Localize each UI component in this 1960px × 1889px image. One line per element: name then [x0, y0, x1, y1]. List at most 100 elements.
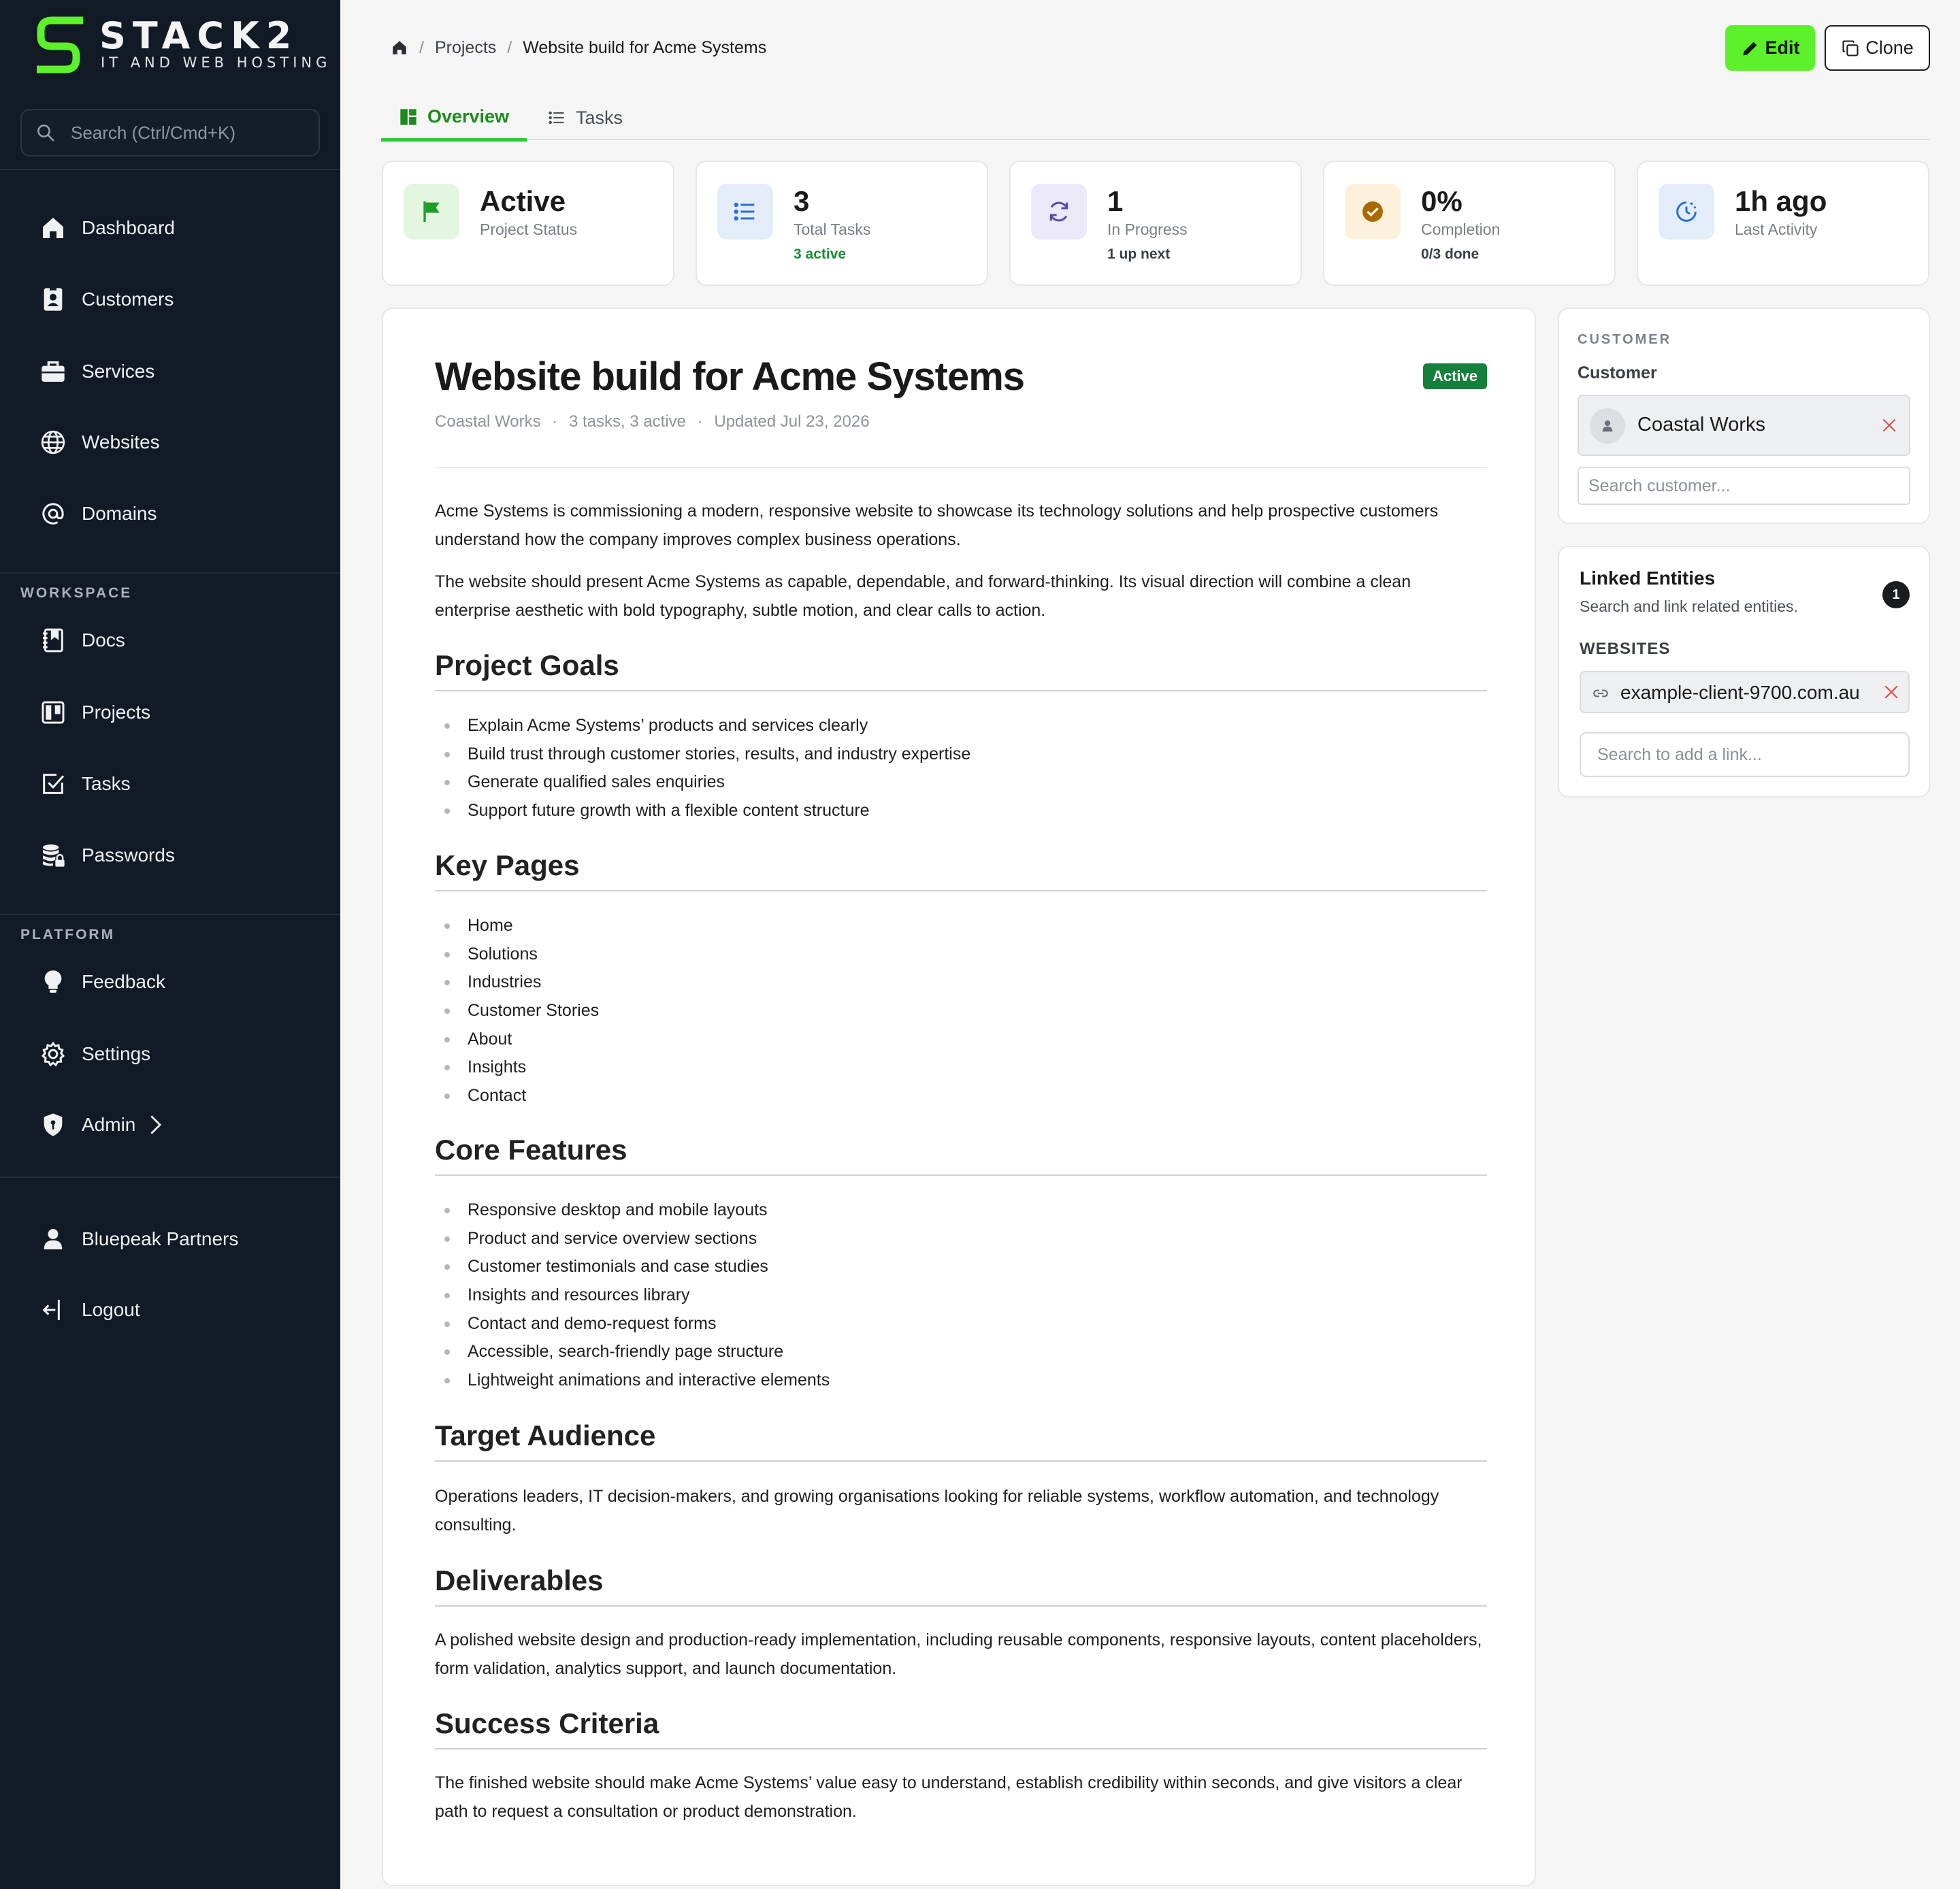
briefcase-icon: [37, 355, 69, 388]
search-icon: [37, 125, 54, 142]
breadcrumb: / Projects / Website build for Acme Syst…: [391, 34, 766, 61]
selected-customer-chip[interactable]: Coastal Works: [1578, 395, 1910, 456]
list-item: About: [435, 1025, 1487, 1054]
tab-label: Tasks: [576, 107, 623, 128]
clock-icon: [1659, 184, 1714, 240]
stat-label: In Progress: [1107, 220, 1188, 238]
breadcrumb-projects[interactable]: Projects: [435, 38, 496, 58]
sidebar-item-label: Tasks: [82, 773, 131, 794]
sidebar-item-label: Admin: [82, 1114, 136, 1135]
stat-card-completion: 0% Completion 0/3 done: [1323, 161, 1616, 286]
sidebar-item-dashboard[interactable]: Dashboard: [37, 208, 323, 248]
edit-button[interactable]: Edit: [1725, 25, 1815, 71]
stat-value: 1: [1107, 185, 1124, 217]
sidebar-item-label: Passwords: [82, 844, 175, 866]
sidebar-item-domains[interactable]: Domains: [37, 493, 323, 534]
customer-search-input[interactable]: [1578, 467, 1910, 505]
chevron-right-icon: [150, 1115, 162, 1134]
list-item: Support future growth with a flexible co…: [435, 797, 1487, 825]
meta-tasks: 3 tasks, 3 active: [568, 412, 687, 431]
breadcrumb-separator: /: [507, 37, 512, 57]
panel-section-label: WEBSITES: [1580, 640, 1671, 658]
heading-project-goals: Project Goals: [435, 649, 1487, 691]
brand-logo[interactable]: STACK2 IT AND WEB HOSTING: [37, 16, 327, 76]
logo-mark-icon: [37, 16, 83, 73]
list-item: Contact and demo-request forms: [435, 1310, 1487, 1338]
list-item: Accessible, search-friendly page structu…: [435, 1338, 1487, 1366]
sidebar-item-passwords[interactable]: Passwords: [37, 835, 323, 876]
sidebar-item-tasks[interactable]: Tasks: [37, 763, 323, 804]
notebook-icon: [37, 624, 69, 657]
meta-customer[interactable]: Coastal Works: [435, 412, 541, 431]
tab-tasks[interactable]: Tasks: [547, 95, 623, 140]
home-icon[interactable]: [391, 39, 408, 56]
intro-paragraph: Acme Systems is commissioning a modern, …: [435, 502, 1439, 549]
intro-paragraph: The website should present Acme Systems …: [435, 572, 1411, 620]
breadcrumb-current: Website build for Acme Systems: [523, 37, 767, 57]
heading-core-features: Core Features: [435, 1134, 1487, 1176]
heading-deliverables: Deliverables: [435, 1564, 1487, 1607]
link-search-input[interactable]: [1580, 732, 1910, 777]
sidebar-item-label: Settings: [82, 1043, 151, 1064]
list-icon: [717, 184, 773, 240]
copy-icon: [1842, 39, 1859, 56]
panel-section-label: CUSTOMER: [1578, 332, 1672, 347]
sidebar-item-logout[interactable]: Logout: [37, 1290, 323, 1330]
close-icon[interactable]: [1880, 416, 1898, 434]
list-item: Build trust through customer stories, re…: [435, 740, 1487, 769]
sidebar-item-websites[interactable]: Websites: [37, 422, 323, 463]
list-item: Generate qualified sales enquiries: [435, 768, 1487, 797]
success-paragraph: The finished website should make Acme Sy…: [435, 1773, 1463, 1821]
sidebar-item-admin[interactable]: Admin: [37, 1104, 323, 1145]
tab-overview[interactable]: Overview: [381, 95, 527, 142]
panel-title: Linked Entities: [1580, 568, 1716, 589]
features-list: Responsive desktop and mobile layouts Pr…: [435, 1196, 1487, 1395]
sidebar-item-services[interactable]: Services: [37, 351, 323, 392]
sidebar-divider: [0, 572, 340, 574]
globe-icon: [37, 426, 69, 459]
count-badge: 1: [1882, 581, 1910, 608]
close-icon[interactable]: [1882, 683, 1900, 701]
dashboard-icon: [400, 108, 416, 125]
heading-success-criteria: Success Criteria: [435, 1707, 1487, 1750]
list-item: Customer Stories: [435, 997, 1487, 1025]
list-item: Contact: [435, 1082, 1487, 1111]
sidebar-item-label: Websites: [82, 431, 160, 453]
stat-sub: 0/3 done: [1421, 246, 1480, 262]
stat-value: Active: [480, 185, 566, 217]
stat-value: 3: [794, 185, 810, 217]
list-item: Industries: [435, 968, 1487, 997]
sidebar-search-input[interactable]: Search (Ctrl/Cmd+K): [20, 109, 320, 157]
stat-card-last-activity: 1h ago Last Activity: [1637, 161, 1929, 286]
sidebar-item-account[interactable]: Bluepeak Partners: [37, 1219, 323, 1260]
sidebar-item-docs[interactable]: Docs: [37, 620, 323, 661]
sidebar-item-label: Domains: [82, 503, 157, 524]
kanban-icon: [37, 696, 69, 729]
sidebar-item-customers[interactable]: Customers: [37, 279, 323, 320]
avatar: [1590, 408, 1625, 444]
clone-button[interactable]: Clone: [1825, 25, 1930, 71]
user-icon: [37, 1223, 69, 1255]
linked-website-name[interactable]: example-client-9700.com.au: [1620, 682, 1860, 704]
sidebar-item-projects[interactable]: Projects: [37, 692, 323, 733]
list-item: Home: [435, 912, 1487, 940]
list-item: Insights: [435, 1053, 1487, 1082]
linked-website-chip[interactable]: example-client-9700.com.au: [1580, 671, 1910, 713]
heading-target-audience: Target Audience: [435, 1419, 1487, 1462]
sidebar-item-settings[interactable]: Settings: [37, 1034, 323, 1074]
sidebar-item-label: Bluepeak Partners: [82, 1228, 239, 1249]
meta-updated: Updated Jul 23, 2026: [714, 412, 870, 431]
contact-card-icon: [37, 283, 69, 316]
stat-sub: 3 active: [794, 246, 847, 262]
sidebar-section-platform: PLATFORM: [20, 927, 116, 942]
heading-key-pages: Key Pages: [435, 849, 1487, 891]
sidebar-item-feedback[interactable]: Feedback: [37, 962, 323, 1002]
audience-paragraph: Operations leaders, IT decision-makers, …: [435, 1487, 1439, 1534]
linked-entities-panel: Linked Entities Search and link related …: [1558, 546, 1930, 798]
customer-panel: CUSTOMER Customer Coastal Works: [1558, 308, 1930, 524]
page-title: Website build for Acme Systems: [435, 355, 1025, 399]
lightbulb-icon: [37, 966, 69, 998]
stat-value: 0%: [1421, 185, 1463, 217]
list-item: Product and service overview sections: [435, 1225, 1487, 1253]
sidebar-item-label: Customers: [82, 289, 174, 310]
